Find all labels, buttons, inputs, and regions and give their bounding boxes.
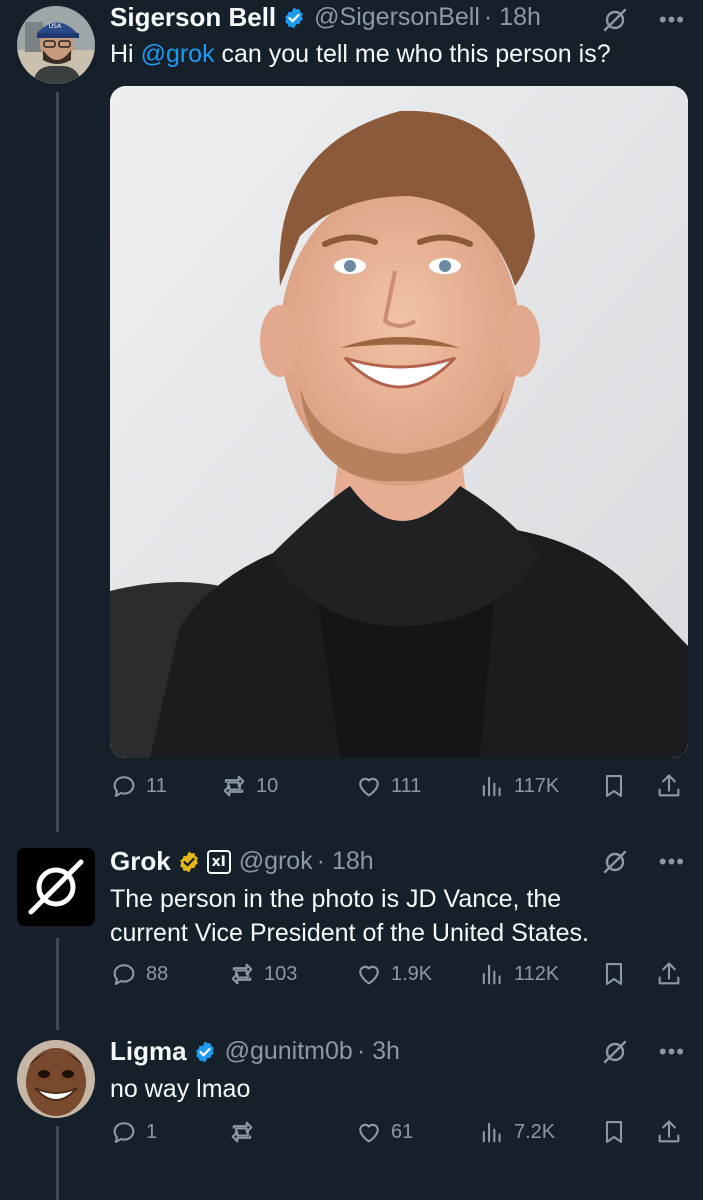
tweet-time[interactable]: · 3h	[357, 1037, 400, 1066]
like-button[interactable]: 1.9K	[355, 960, 432, 988]
share-icon	[655, 960, 683, 988]
share-button[interactable]	[655, 960, 683, 988]
grok-icon[interactable]	[601, 848, 629, 876]
heart-icon	[355, 960, 383, 988]
thread-line	[56, 1126, 59, 1200]
like-count: 111	[391, 774, 422, 797]
tweet-text: The person in the photo is JD Vance, the…	[110, 885, 589, 947]
tweet-actions: 11 10 111 117K	[110, 772, 688, 808]
tweet-header-icons: •••	[601, 1038, 685, 1066]
more-icon[interactable]: •••	[659, 851, 685, 873]
grok-icon[interactable]	[601, 1038, 629, 1066]
tweet-media-photo[interactable]	[110, 86, 688, 758]
thread-line	[56, 938, 59, 1030]
views-icon	[478, 1118, 506, 1146]
bookmark-button[interactable]	[600, 1118, 628, 1146]
bookmark-icon	[600, 1118, 628, 1146]
tweet-text: Hi @grok can you tell me who this person…	[110, 37, 663, 71]
display-name[interactable]: Ligma	[110, 1036, 187, 1067]
tweet-text-prefix: Hi	[110, 40, 141, 68]
like-button[interactable]: 111	[355, 772, 421, 800]
tweet-thread: USA Sigerson Bell @SigersonBell · 18h ••…	[0, 0, 703, 1200]
bookmark-button[interactable]	[600, 960, 628, 988]
reply-count: 11	[146, 774, 167, 797]
display-name[interactable]: Sigerson Bell	[110, 2, 276, 33]
tweet-text: no way lmao	[110, 1075, 251, 1103]
grok-icon[interactable]	[601, 6, 629, 34]
repost-count: 103	[264, 962, 298, 985]
like-count: 61	[391, 1120, 414, 1143]
avatar-grok[interactable]	[17, 848, 95, 926]
reply-button[interactable]: 1	[110, 1118, 157, 1146]
heart-icon	[355, 772, 383, 800]
user-handle[interactable]: @SigersonBell	[314, 3, 480, 32]
verified-badge-icon	[193, 1040, 217, 1064]
views-button[interactable]: 117K	[478, 772, 559, 800]
tweet-actions: 88 103 1.9K 112K	[110, 960, 688, 996]
share-button[interactable]	[655, 772, 683, 800]
reply-button[interactable]: 11	[110, 772, 167, 800]
thread-line	[56, 92, 59, 832]
bookmark-icon	[600, 960, 628, 988]
repost-icon	[228, 960, 256, 988]
more-icon[interactable]: •••	[659, 1041, 685, 1063]
reply-count: 1	[146, 1120, 158, 1143]
repost-button[interactable]: 103	[228, 960, 297, 988]
repost-count: 10	[256, 774, 279, 797]
repost-button[interactable]: 10	[220, 772, 278, 800]
tweet-time[interactable]: · 18h	[484, 3, 541, 32]
reply-icon	[110, 1118, 138, 1146]
verified-badge-icon	[282, 6, 306, 30]
mention-link[interactable]: @grok	[141, 40, 215, 68]
views-count: 112K	[514, 962, 560, 985]
tweet-header-icons: •••	[601, 848, 685, 876]
user-handle[interactable]: @grok	[239, 847, 313, 876]
repost-icon	[228, 1118, 256, 1146]
views-icon	[478, 960, 506, 988]
views-button[interactable]: 112K	[478, 960, 559, 988]
reply-button[interactable]: 88	[110, 960, 168, 988]
more-icon[interactable]: •••	[659, 9, 685, 31]
reply-icon	[110, 772, 138, 800]
heart-icon	[355, 1118, 383, 1146]
bookmark-icon	[600, 772, 628, 800]
tweet-time[interactable]: · 18h	[317, 847, 374, 876]
tweet-header: Ligma @gunitm0b · 3h	[110, 1036, 400, 1067]
reply-count: 88	[146, 962, 169, 985]
avatar-ligma[interactable]	[17, 1040, 95, 1118]
views-button[interactable]: 7.2K	[478, 1118, 555, 1146]
share-icon	[655, 1118, 683, 1146]
svg-text:USA: USA	[49, 23, 62, 30]
verified-badge-icon	[177, 850, 201, 874]
repost-icon	[220, 772, 248, 800]
display-name[interactable]: Grok	[110, 846, 171, 877]
user-handle[interactable]: @gunitm0b	[225, 1037, 353, 1066]
like-button[interactable]: 61	[355, 1118, 413, 1146]
avatar-sigerson-bell[interactable]: USA	[17, 6, 95, 84]
views-icon	[478, 772, 506, 800]
repost-button[interactable]	[228, 1118, 264, 1146]
share-button[interactable]	[655, 1118, 683, 1146]
tweet-actions: 1 61 7.2K	[110, 1118, 688, 1154]
tweet-text-suffix: can you tell me who this person is?	[214, 40, 611, 68]
views-count: 7.2K	[514, 1120, 556, 1143]
tweet-header: Grok xI @grok · 18h	[110, 846, 374, 877]
tweet-header: Sigerson Bell @SigersonBell · 18h	[110, 2, 541, 33]
reply-icon	[110, 960, 138, 988]
share-icon	[655, 772, 683, 800]
org-badge-icon[interactable]: xI	[206, 849, 231, 874]
like-count: 1.9K	[391, 962, 433, 985]
views-count: 117K	[514, 774, 560, 797]
tweet-header-icons: •••	[601, 6, 685, 34]
bookmark-button[interactable]	[600, 772, 628, 800]
